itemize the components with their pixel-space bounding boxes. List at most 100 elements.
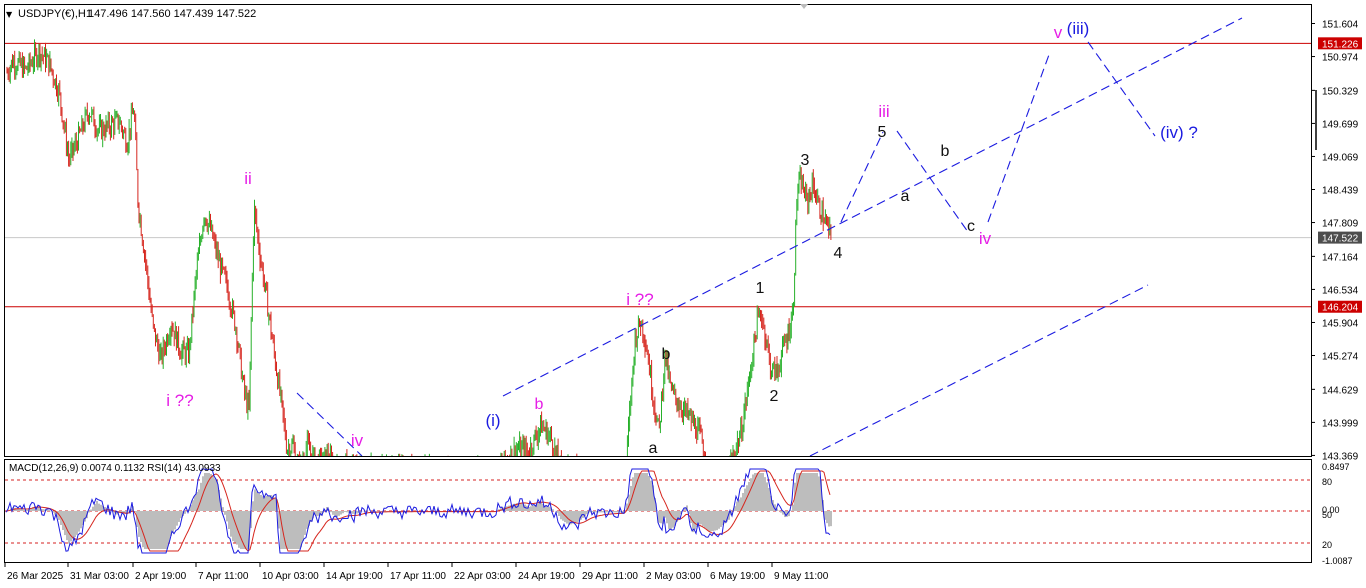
macd-histogram-bar (150, 511, 152, 549)
macd-histogram-bar (296, 511, 298, 549)
macd-histogram-bar (602, 511, 604, 513)
macd-histogram-bar (142, 511, 144, 548)
macd-histogram-bar (804, 473, 806, 511)
time-tick-label: 2 Apr 19:00 (135, 571, 187, 582)
macd-histogram-bar (156, 511, 158, 549)
time-tick-label: 24 Apr 19:00 (518, 571, 575, 582)
macd-histogram-bar (72, 511, 74, 540)
macd-histogram-bar (176, 511, 178, 526)
wave-label: 3 (801, 152, 810, 169)
macd-histogram-bar (274, 497, 276, 511)
macd-histogram-bar (704, 511, 706, 529)
wave-projection-line[interactable] (1087, 41, 1156, 137)
macd-histogram-bar (668, 511, 670, 529)
wave-label: (i) (485, 411, 500, 430)
macd-histogram-bar (538, 503, 540, 511)
macd-histogram-bar (330, 511, 332, 513)
price-level-tag-label: 146.204 (1322, 303, 1359, 314)
macd-histogram-bar (352, 511, 354, 514)
macd-histogram-bar (194, 495, 196, 511)
macd-histogram-bar (530, 506, 532, 511)
macd-histogram-bar (806, 473, 808, 511)
macd-histogram-bar (720, 511, 722, 527)
macd-histogram-bar (222, 507, 224, 511)
wave-projection-line[interactable] (896, 130, 969, 233)
macd-histogram-bar (736, 501, 738, 511)
ohlc-readout: 147.496 147.560 147.439 147.522 (88, 8, 256, 20)
price-tick-label: 148.439 (1322, 186, 1359, 197)
macd-histogram-bar (154, 511, 156, 549)
time-tick-label: 10 Apr 03:00 (262, 571, 319, 582)
macd-histogram-bar (792, 504, 794, 511)
wave-label: 4 (834, 245, 843, 262)
macd-histogram-bar (708, 511, 710, 532)
macd-histogram-bar (100, 504, 102, 511)
macd-histogram-bar (346, 511, 348, 513)
wave-label: i ?? (626, 290, 653, 309)
wave-label: iii (878, 102, 889, 121)
macd-histogram-bar (706, 511, 708, 530)
macd-histogram-bar (76, 511, 78, 535)
current-price-label: 147.522 (1322, 234, 1359, 245)
macd-histogram-bar (168, 511, 170, 543)
symbol-label: USDJPY(€),H1 (18, 8, 92, 20)
macd-histogram-bar (756, 473, 758, 511)
time-tick-label: 29 Apr 11:00 (582, 571, 638, 582)
macd-histogram-bar (548, 506, 550, 511)
macd-histogram-bar (678, 511, 680, 519)
macd-histogram-bar (238, 511, 240, 548)
macd-histogram-bar (212, 476, 214, 511)
macd-histogram-bar (234, 511, 236, 543)
macd-histogram-bar (702, 511, 704, 527)
macd-histogram-bar (98, 503, 100, 511)
shift-marker-icon[interactable] (800, 4, 808, 9)
macd-histogram-bar (714, 511, 716, 531)
macd-histogram-bar (766, 482, 768, 511)
wave-projection-line[interactable] (809, 284, 1149, 456)
macd-histogram-bar (762, 473, 764, 511)
price-tick-label: 149.699 (1322, 119, 1359, 130)
macd-histogram-bar (26, 509, 28, 511)
macd-histogram-bar (252, 501, 254, 511)
price-tick-label: 150.974 (1322, 53, 1359, 64)
macd-histogram-bar (264, 496, 266, 511)
macd-histogram-bar (48, 510, 50, 511)
macd-histogram-bar (20, 509, 22, 511)
macd-histogram-bar (148, 511, 150, 549)
macd-histogram-bar (828, 511, 830, 527)
indicator-scale-label: 80 (1322, 477, 1332, 487)
macd-histogram-bar (302, 511, 304, 541)
macd-histogram-bar (712, 511, 714, 531)
macd-histogram-bar (634, 473, 636, 511)
macd-histogram-bar (144, 511, 146, 549)
macd-histogram-bar (818, 476, 820, 511)
macd-histogram-bar (700, 511, 702, 525)
macd-histogram-bar (574, 511, 576, 523)
macd-histogram-bar (332, 511, 334, 515)
chart-menu-icon[interactable]: ▼ (6, 10, 13, 19)
macd-histogram-bar (768, 487, 770, 511)
macd-histogram-bar (616, 511, 618, 513)
wave-projection-line[interactable] (840, 131, 884, 223)
macd-histogram-bar (256, 491, 258, 511)
macd-histogram-bar (576, 511, 578, 523)
wave-projection-line[interactable] (987, 51, 1051, 223)
wave-projection-line[interactable] (502, 17, 1243, 397)
macd-histogram-bar (780, 511, 782, 513)
macd-histogram-bar (298, 511, 300, 549)
macd-histogram-bar (606, 511, 608, 513)
wave-label: iv (979, 229, 992, 248)
wave-label: 5 (878, 124, 887, 141)
price-level-tag-label: 151.226 (1322, 39, 1359, 50)
macd-histogram-bar (244, 511, 246, 549)
price-chart[interactable]: ▼ USDJPY(€),H1 147.496 147.560 147.439 1… (0, 0, 1366, 588)
macd-histogram-bar (718, 511, 720, 529)
macd-histogram-bar (224, 511, 226, 515)
time-tick-label: 9 May 11:00 (774, 571, 829, 582)
macd-histogram-bar (532, 505, 534, 511)
macd-histogram-bar (598, 511, 600, 513)
macd-histogram-bar (294, 511, 296, 549)
macd-histogram-bar (340, 511, 342, 515)
macd-histogram-bar (288, 511, 290, 549)
macd-histogram-bar (508, 505, 510, 511)
